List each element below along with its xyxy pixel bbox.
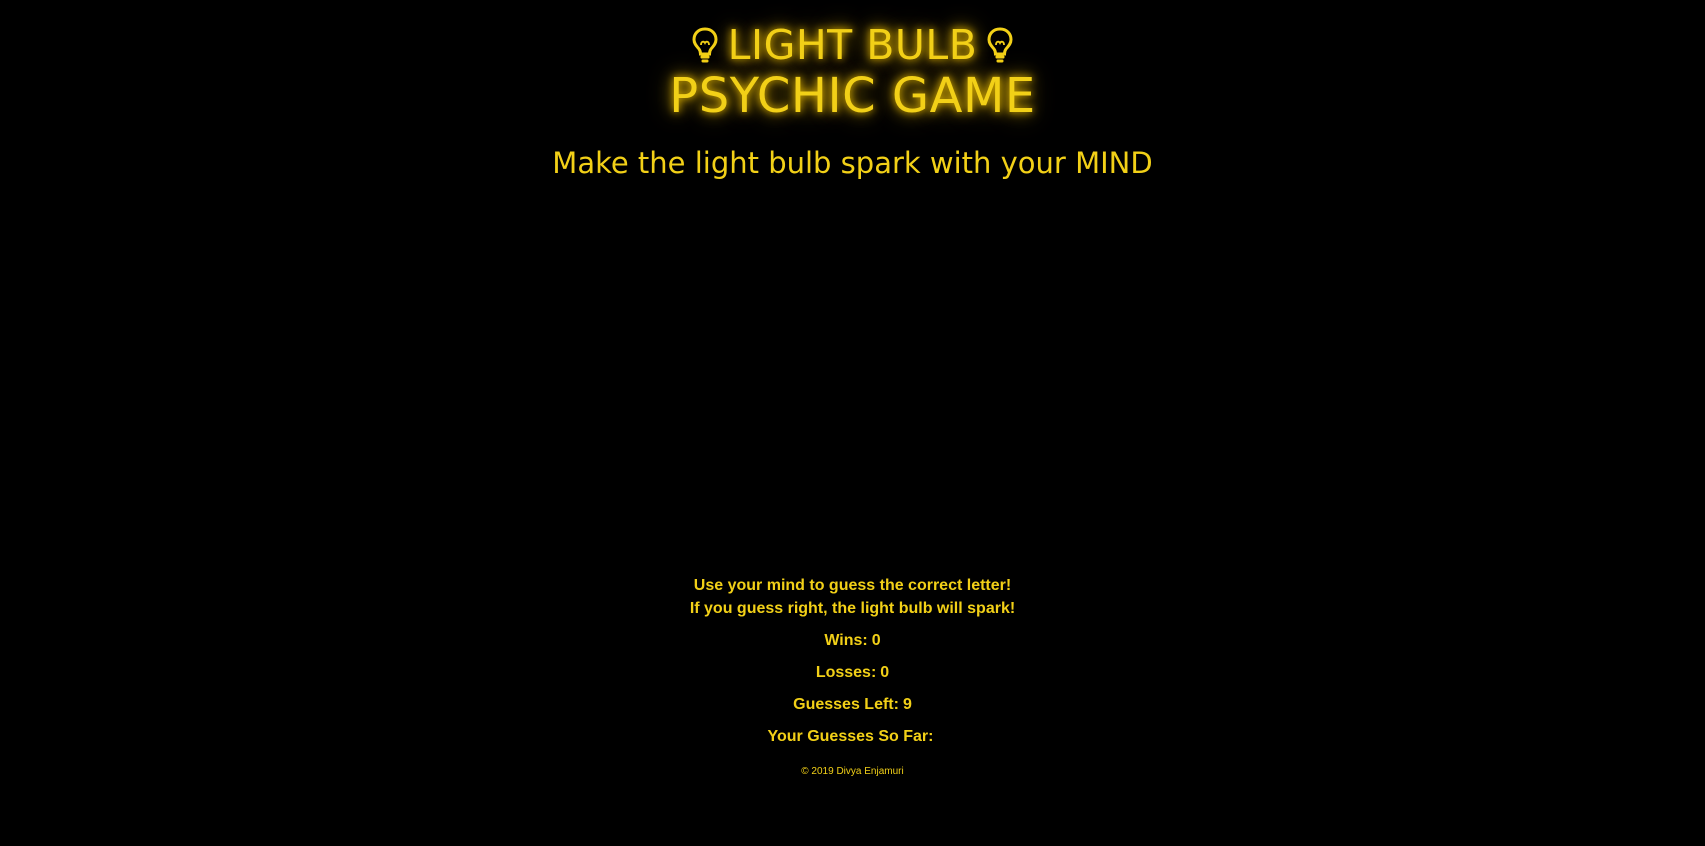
game-title-line-1: LIGHT BULB xyxy=(0,18,1705,72)
wins-counter: Wins: 0 xyxy=(0,629,1705,652)
losses-counter: Losses: 0 xyxy=(0,661,1705,684)
instructions: Use your mind to guess the correct lette… xyxy=(0,574,1705,620)
instruction-line-1: Use your mind to guess the correct lette… xyxy=(693,577,1012,594)
guesses-left-value: 9 xyxy=(902,696,912,713)
light-bulb-stage xyxy=(0,200,1705,560)
losses-value: 0 xyxy=(880,664,890,681)
tagline: Make the light bulb spark with your MIND xyxy=(552,146,1153,180)
copyright-footer: © 2019 Divya Enjamuri xyxy=(801,766,904,777)
game-info-panel: Use your mind to guess the correct lette… xyxy=(0,574,1705,748)
wins-value: 0 xyxy=(871,632,881,649)
guesses-left-label: Guesses Left: xyxy=(793,696,899,713)
light-bulb-icon xyxy=(985,25,1015,65)
instruction-line-2: If you guess right, the light bulb will … xyxy=(689,600,1016,617)
wins-label: Wins: xyxy=(824,632,868,649)
game-title-line-2: PSYCHIC GAME xyxy=(669,68,1036,124)
losses-label: Losses: xyxy=(815,664,877,681)
guesses-so-far-label: Your Guesses So Far: xyxy=(767,728,934,745)
guesses-left-counter: Guesses Left: 9 xyxy=(0,693,1705,716)
title-text-line-1: LIGHT BULB xyxy=(727,20,978,69)
guesses-so-far: Your Guesses So Far: xyxy=(0,725,1705,748)
light-bulb-icon xyxy=(690,25,720,65)
game-header: LIGHT BULB PSYCHIC GAME xyxy=(0,18,1705,124)
